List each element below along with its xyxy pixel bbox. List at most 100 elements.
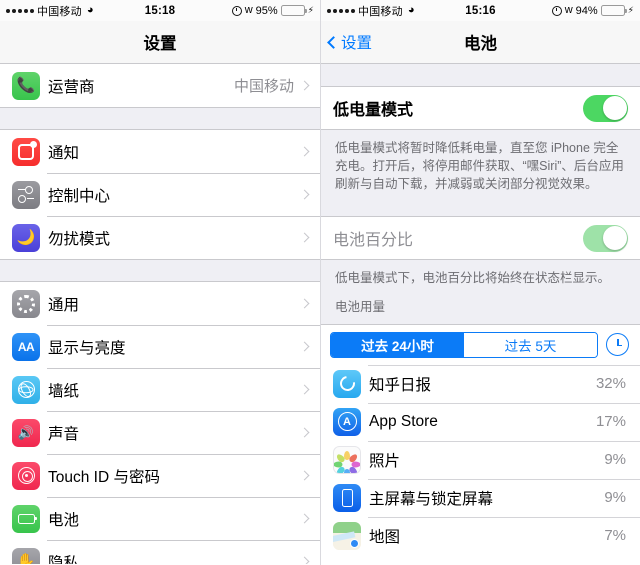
row-label: 通用 [48, 296, 80, 314]
section-gap [321, 64, 640, 86]
chevron-right-icon [299, 298, 310, 309]
low-power-mode-row[interactable]: 低电量模式 [321, 86, 640, 130]
battery-screen: 中国移动 ◕ 15:16 w 94% ⚡ 设置 电池 低电量模式 低电量模式将暂… [320, 0, 640, 565]
row-value: 中国移动 [233, 78, 294, 95]
chevron-right-icon [299, 232, 310, 243]
sidebar-item-display-brightness[interactable]: AA 显示与亮度 [0, 325, 320, 368]
app-name: 知乎日报 [369, 376, 432, 394]
sidebar-item-do-not-disturb[interactable]: 🌙 勿扰模式 [0, 216, 320, 259]
home-lock-screen-icon [333, 483, 361, 512]
section-gap [321, 204, 640, 217]
list-item[interactable]: 主屏幕与锁定屏幕 9% [321, 478, 640, 517]
notifications-icon [12, 137, 40, 166]
low-power-mode-description: 低电量模式将暂时降低耗电量，直至您 iPhone 完全充电。打开后，将停用邮件获… [321, 130, 640, 205]
row-label: 通知 [48, 144, 80, 162]
chevron-right-icon [299, 146, 310, 157]
sidebar-item-general[interactable]: 通用 [0, 282, 320, 325]
status-bar-left-group: 中国移动 ◕ [327, 3, 414, 19]
chevron-right-icon [299, 556, 310, 564]
battery-percent-label: 94% [575, 4, 598, 17]
sidebar-item-wallpaper[interactable]: 墙纸 [0, 368, 320, 411]
battery-percentage-label: 电池百分比 [333, 232, 414, 250]
app-percent: 9% [604, 489, 626, 506]
app-name: 主屏幕与锁定屏幕 [369, 490, 494, 508]
sidebar-item-notifications[interactable]: 通知 [0, 130, 320, 173]
sound-icon-glyph: 🔊 [17, 425, 35, 440]
list-bottom-space [321, 554, 640, 564]
dual-screenshot-container: 中国移动 ◕ 15:18 w 95% ⚡ 设置 📞 运营商 中国移动 通知 控制… [0, 0, 640, 565]
display-brightness-icon: AA [12, 332, 40, 361]
settings-group-3: 通用 AA 显示与亮度 墙纸 🔊 声音 Touch ID 与密码 电池 ✋ 隐私 [0, 282, 320, 564]
app-percent: 7% [604, 527, 626, 544]
row-label: Touch ID 与密码 [48, 468, 160, 486]
section-gap [0, 108, 320, 130]
navigation-bar-right: 设置 电池 [321, 21, 640, 64]
lightning-bolt-icon: ⚡ [307, 5, 314, 15]
app-name: App Store [369, 412, 438, 430]
row-label: 显示与亮度 [48, 339, 126, 357]
page-title: 设置 [143, 35, 177, 53]
row-label: 运营商 [48, 78, 95, 96]
row-label: 控制中心 [48, 187, 111, 205]
signal-strength-icon [327, 8, 355, 13]
bluetooth-icon: w [564, 4, 573, 16]
battery-icon [280, 5, 307, 16]
segment-last-24-hours[interactable]: 过去 24小时 [331, 332, 464, 357]
status-bar-right-group: w 95% ⚡ [231, 4, 314, 17]
battery-percent-label: 95% [255, 4, 278, 17]
row-label: 勿扰模式 [48, 230, 111, 248]
alarm-icon [231, 5, 242, 16]
status-bar-left: 中国移动 ◕ 15:18 w 95% ⚡ [0, 0, 320, 21]
settings-list[interactable]: 📞 运营商 中国移动 通知 控制中心 🌙 勿扰模式 通用 AA 显示与亮度 墙纸… [0, 64, 320, 564]
segmented-control[interactable]: 过去 24小时 过去 5天 [330, 331, 598, 358]
sidebar-item-privacy[interactable]: ✋ 隐私 [0, 540, 320, 564]
display-icon-glyph: AA [17, 339, 35, 354]
settings-group-2: 通知 控制中心 🌙 勿扰模式 [0, 130, 320, 260]
clock-icon[interactable] [606, 333, 629, 356]
battery-percentage-toggle[interactable] [583, 224, 628, 252]
chevron-right-icon [299, 470, 310, 481]
back-button[interactable]: 设置 [327, 31, 372, 53]
fingerprint-icon [12, 461, 40, 490]
sidebar-item-carrier[interactable]: 📞 运营商 中国移动 [0, 64, 320, 107]
row-label: 隐私 [48, 554, 80, 565]
segment-last-5-days[interactable]: 过去 5天 [464, 332, 597, 357]
chevron-right-icon [299, 189, 310, 200]
navigation-bar-left: 设置 [0, 21, 320, 64]
bluetooth-icon: w [244, 4, 253, 16]
battery-percentage-row[interactable]: 电池百分比 [321, 216, 640, 261]
list-item[interactable]: 知乎日报 32% [321, 364, 640, 403]
status-bar-left-group: 中国移动 ◕ [6, 3, 93, 19]
carrier-group: 📞 运营商 中国移动 [0, 64, 320, 108]
battery-content[interactable]: 低电量模式 低电量模式将暂时降低耗电量，直至您 iPhone 完全充电。打开后，… [321, 64, 640, 564]
wifi-icon: ◕ [407, 4, 415, 16]
chevron-right-icon [299, 427, 310, 438]
maps-icon [333, 521, 361, 550]
app-name: 地图 [369, 528, 401, 546]
app-percent: 9% [604, 451, 626, 468]
list-item[interactable]: 地图 7% [321, 516, 640, 555]
row-label: 电池 [48, 511, 80, 529]
alarm-icon [551, 5, 562, 16]
chevron-right-icon [299, 80, 310, 91]
battery-usage-header: 电池用量 [321, 291, 640, 324]
wallpaper-icon [12, 375, 40, 404]
sidebar-item-sounds[interactable]: 🔊 声音 [0, 411, 320, 454]
row-label: 墙纸 [48, 382, 80, 400]
usage-period-control: 过去 24小时 过去 5天 [321, 323, 640, 365]
app-name: 照片 [369, 452, 401, 470]
sidebar-item-touch-id[interactable]: Touch ID 与密码 [0, 454, 320, 497]
zhihu-daily-icon [333, 369, 361, 398]
sidebar-item-control-center[interactable]: 控制中心 [0, 173, 320, 216]
list-item[interactable]: 照片 9% [321, 440, 640, 479]
list-item[interactable]: A App Store 17% [321, 402, 640, 441]
battery-icon [12, 504, 40, 533]
signal-strength-icon [6, 8, 34, 13]
low-power-mode-toggle[interactable] [583, 94, 628, 122]
sound-icon: 🔊 [12, 418, 40, 447]
chevron-right-icon [299, 341, 310, 352]
hand-icon-glyph: ✋ [16, 553, 36, 564]
sidebar-item-battery[interactable]: 电池 [0, 497, 320, 540]
section-gap [0, 260, 320, 282]
carrier-name: 中国移动 [358, 5, 403, 18]
